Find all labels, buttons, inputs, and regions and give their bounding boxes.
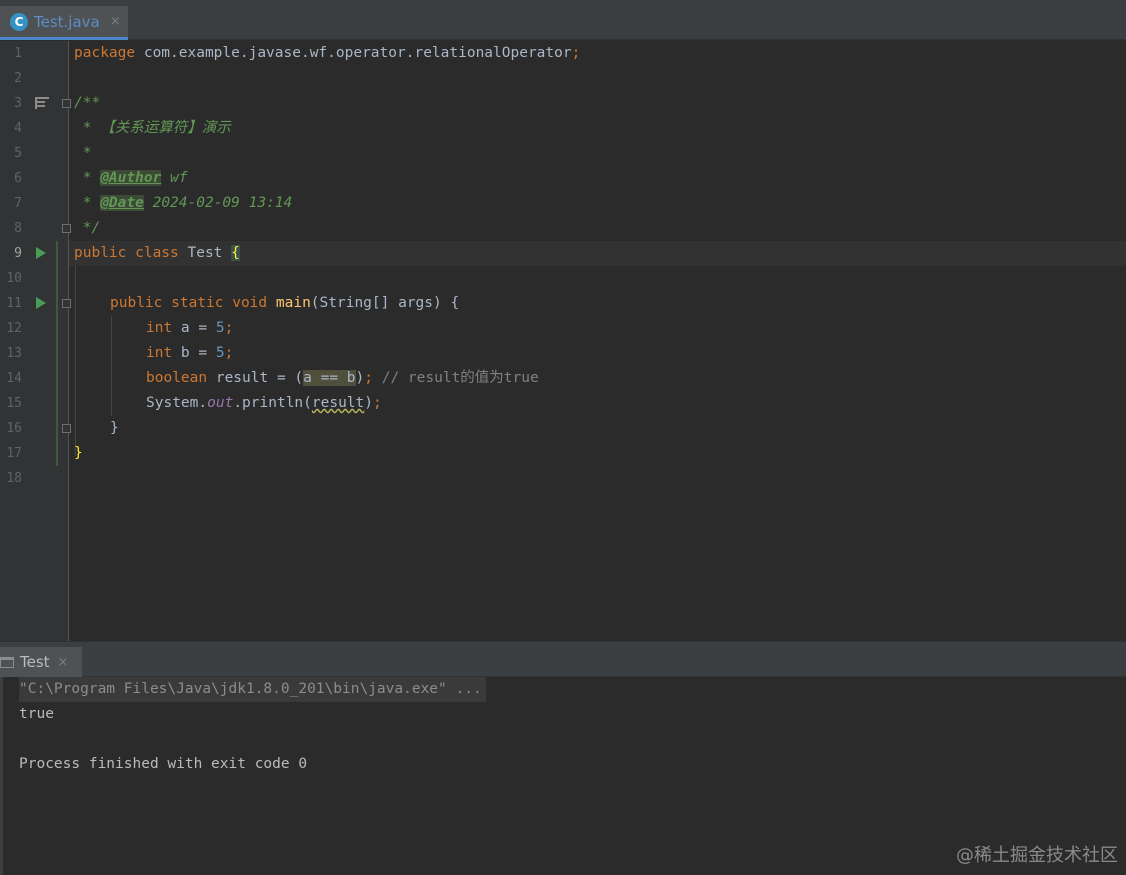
line-number: 8 bbox=[14, 221, 22, 236]
declaration: a = bbox=[172, 320, 216, 336]
line-number: 2 bbox=[14, 71, 22, 86]
tab-label: Test.java bbox=[34, 12, 100, 31]
line-number: 14 bbox=[6, 371, 22, 386]
package-name: com.example.javase.wf.operator.relationa… bbox=[135, 45, 572, 61]
semicolon: ; bbox=[364, 370, 373, 386]
code-line-11: public static void main(String[] args) { bbox=[110, 291, 459, 316]
fold-icon[interactable] bbox=[62, 99, 71, 108]
line-number: 12 bbox=[6, 321, 22, 336]
javadoc-value: 2024-02-09 13:14 bbox=[143, 195, 293, 211]
close-icon[interactable]: × bbox=[58, 655, 69, 670]
line-number: 4 bbox=[14, 121, 22, 136]
paren: ) bbox=[364, 395, 374, 411]
gutter-separator bbox=[68, 41, 69, 641]
class-name: Test bbox=[178, 245, 232, 261]
editor-tab-bar: C Test.java × bbox=[0, 0, 1126, 40]
method-call: .println( bbox=[233, 395, 312, 411]
console-exit-message: Process finished with exit code 0 bbox=[19, 756, 308, 772]
line-number: 6 bbox=[14, 171, 22, 186]
line-number: 11 bbox=[6, 296, 22, 311]
static-field: out bbox=[207, 395, 234, 411]
javadoc-value: wf bbox=[161, 170, 188, 186]
line-number: 16 bbox=[6, 421, 22, 436]
indent-guide bbox=[75, 266, 76, 456]
run-tab-test[interactable]: Test × bbox=[0, 647, 82, 677]
code-line-3: /** bbox=[74, 95, 101, 111]
line-number: 5 bbox=[14, 146, 22, 161]
keyword: public class bbox=[74, 245, 179, 261]
semicolon: ; bbox=[571, 45, 581, 61]
line-number: 9 bbox=[14, 246, 22, 261]
code-line-5: * bbox=[74, 145, 92, 161]
line-number: 13 bbox=[6, 346, 22, 361]
line-number: 15 bbox=[6, 396, 22, 411]
indent-guide bbox=[111, 316, 112, 416]
line-number: 7 bbox=[14, 196, 22, 211]
keyword: int bbox=[146, 345, 173, 361]
console-output-line: true bbox=[19, 706, 54, 722]
argument: result bbox=[311, 395, 365, 411]
line-number: 17 bbox=[6, 446, 22, 461]
close-tab-icon[interactable]: × bbox=[110, 14, 121, 29]
run-main-icon[interactable] bbox=[36, 297, 46, 309]
highlighted-expression: a == b bbox=[303, 370, 356, 386]
line-number: 3 bbox=[14, 96, 22, 111]
number-literal: 5 bbox=[215, 345, 225, 361]
run-class-icon[interactable] bbox=[36, 247, 46, 259]
semicolon: ; bbox=[373, 395, 382, 411]
code-line-15: System.out.println(result); bbox=[146, 391, 382, 416]
keyword: boolean bbox=[146, 370, 208, 386]
run-tool-window-header: Test × bbox=[0, 647, 1126, 677]
code-line-12: int a = 5; bbox=[146, 316, 233, 341]
comment-prefix: * bbox=[74, 195, 101, 211]
class-ref: System. bbox=[146, 395, 208, 411]
code-line-4: * 【关系运算符】演示 bbox=[74, 120, 231, 136]
line-number: 1 bbox=[14, 46, 22, 61]
line-number: 10 bbox=[6, 271, 22, 286]
declaration: result = ( bbox=[207, 370, 304, 386]
console-left-toolbar bbox=[0, 677, 3, 875]
watermark: @稀土掘金技术社区 bbox=[956, 845, 1118, 866]
method-signature: (String[] args) { bbox=[310, 295, 460, 311]
semicolon: ; bbox=[224, 345, 234, 361]
java-class-icon: C bbox=[10, 12, 28, 31]
semicolon: ; bbox=[224, 320, 234, 336]
tab-test-java[interactable]: C Test.java × bbox=[0, 6, 128, 40]
code-line-14: boolean result = (a == b); // result的值为t… bbox=[146, 366, 539, 391]
javadoc-tag: @Date bbox=[100, 195, 144, 211]
code-line-8: */ bbox=[74, 220, 101, 236]
code-line-16: } bbox=[110, 420, 119, 436]
code-line-17: } bbox=[74, 445, 83, 461]
keyword: int bbox=[146, 320, 173, 336]
paren: ) bbox=[355, 370, 365, 386]
number-literal: 5 bbox=[215, 320, 225, 336]
method-name: main bbox=[275, 295, 311, 311]
line-comment: // result的值为true bbox=[373, 370, 539, 386]
run-tab-label: Test bbox=[20, 653, 50, 671]
rendered-doc-toggle-icon[interactable] bbox=[35, 97, 49, 109]
code-line-1: package com.example.javase.wf.operator.r… bbox=[74, 41, 580, 66]
fold-icon[interactable] bbox=[62, 224, 71, 233]
console-icon bbox=[0, 656, 14, 668]
keyword: public static void bbox=[110, 295, 268, 311]
change-marker bbox=[56, 241, 58, 466]
comment-prefix: * bbox=[74, 170, 101, 186]
code-line-7: * @Date 2024-02-09 13:14 bbox=[74, 191, 292, 216]
fold-icon[interactable] bbox=[62, 424, 71, 433]
console-command[interactable]: "C:\Program Files\Java\jdk1.8.0_201\bin\… bbox=[19, 677, 486, 702]
line-number: 18 bbox=[6, 471, 22, 486]
code-line-9: public class Test { bbox=[74, 241, 240, 266]
fold-icon[interactable] bbox=[62, 299, 71, 308]
matched-brace: { bbox=[231, 245, 240, 261]
code-line-6: * @Author wf bbox=[74, 166, 188, 191]
javadoc-tag: @Author bbox=[100, 170, 162, 186]
keyword: package bbox=[74, 45, 136, 61]
code-line-13: int b = 5; bbox=[146, 341, 233, 366]
declaration: b = bbox=[172, 345, 216, 361]
